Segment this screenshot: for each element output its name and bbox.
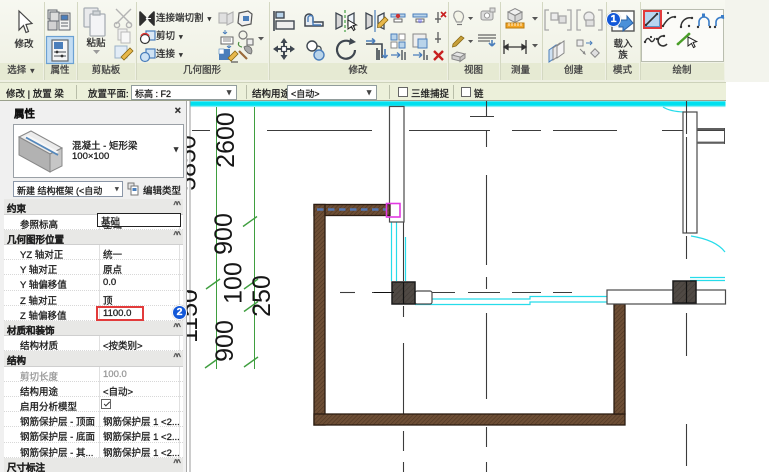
svg-text:2600: 2600	[212, 112, 240, 168]
svg-text:900: 900	[211, 320, 239, 362]
svg-text:250: 250	[248, 275, 276, 317]
svg-text:900: 900	[210, 213, 238, 255]
svg-text:100: 100	[220, 262, 248, 304]
